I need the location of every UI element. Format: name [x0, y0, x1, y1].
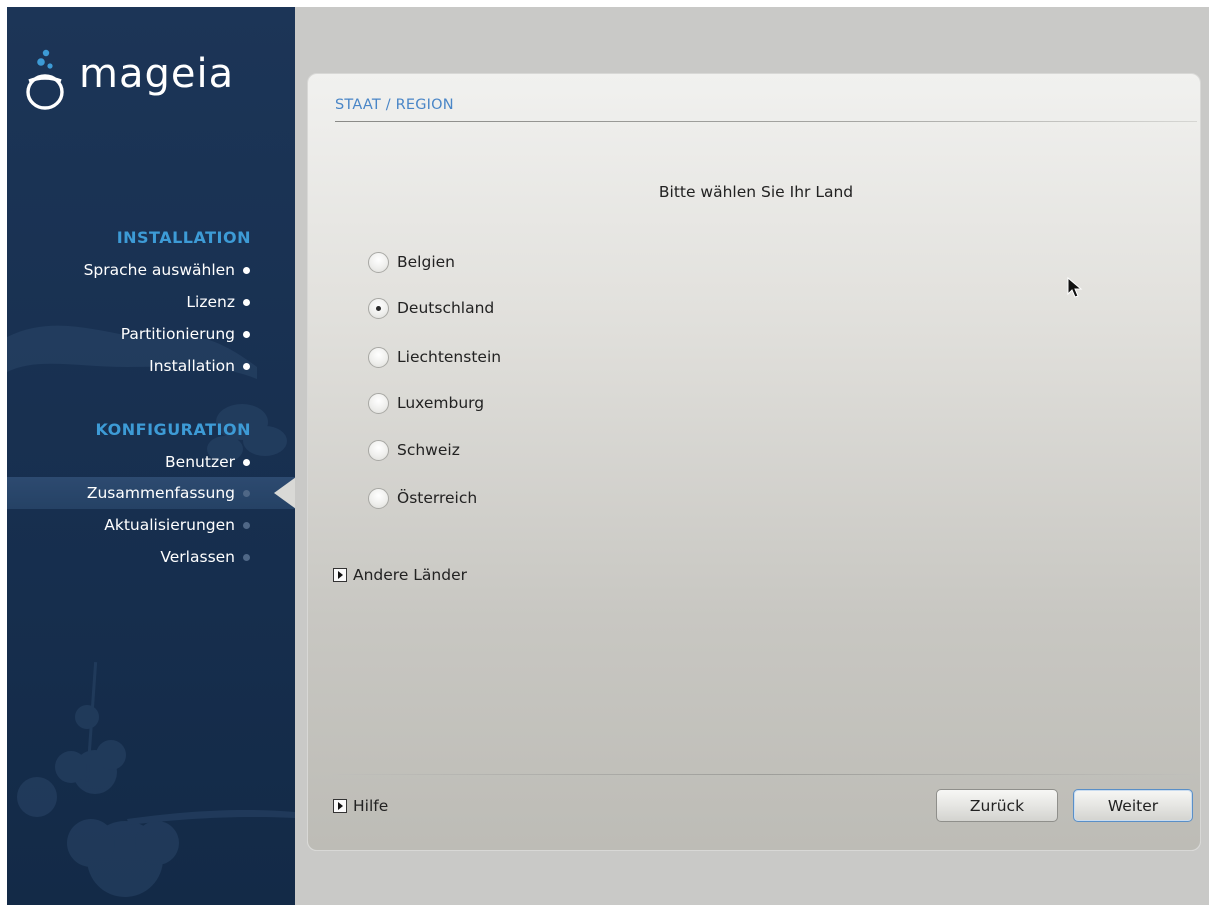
group-installation: INSTALLATION	[116, 228, 251, 247]
installer-window: mageia INSTALLATION Sprache auswählen Li…	[7, 7, 1209, 905]
step-label: Zusammenfassung	[86, 484, 235, 502]
country-label: Deutschland	[397, 299, 495, 317]
mageia-wordmark: mageia	[79, 51, 235, 97]
country-option-germany[interactable]: Deutschland	[368, 293, 494, 323]
help-expander[interactable]: Hilfe	[333, 794, 388, 818]
step-label: Partitionierung	[120, 325, 235, 343]
country-option-austria[interactable]: Österreich	[368, 483, 477, 513]
active-step-pointer-icon	[274, 477, 295, 509]
step-label: Verlassen	[160, 548, 235, 566]
group-configuration: KONFIGURATION	[95, 420, 251, 439]
expander-label: Andere Länder	[353, 566, 468, 584]
step-pending-dot-icon	[243, 553, 250, 561]
step-done-dot-icon	[243, 330, 250, 338]
step-current-dot-icon	[243, 489, 250, 497]
country-label: Schweiz	[397, 441, 460, 459]
title-divider	[335, 121, 1197, 122]
radio-button[interactable]	[368, 392, 389, 414]
step-updates: Aktualisierungen	[104, 511, 250, 539]
step-done-dot-icon	[243, 298, 250, 306]
step-label: Lizenz	[186, 293, 235, 311]
expand-arrow-icon[interactable]	[333, 799, 347, 813]
country-panel: STAAT / REGION Bitte wählen Sie Ihr Land…	[307, 73, 1201, 851]
step-done-dot-icon	[243, 458, 250, 466]
floral-background-decoration	[7, 325, 295, 897]
step-partitioning: Partitionierung	[120, 320, 250, 348]
page-title: STAAT / REGION	[335, 97, 454, 113]
country-prompt: Bitte wählen Sie Ihr Land	[658, 183, 854, 201]
mageia-logo: mageia	[23, 39, 283, 119]
country-option-switzerland[interactable]: Schweiz	[368, 435, 460, 465]
country-option-luxembourg[interactable]: Luxemburg	[368, 388, 484, 418]
next-button[interactable]: Weiter	[1073, 789, 1193, 822]
step-label: Aktualisierungen	[104, 516, 235, 534]
country-label: Österreich	[397, 489, 478, 507]
mouse-pointer-icon	[1067, 277, 1083, 298]
step-users: Benutzer	[165, 448, 250, 476]
expand-arrow-icon[interactable]	[333, 568, 347, 582]
expander-label: Hilfe	[353, 797, 389, 815]
country-label: Belgien	[397, 253, 455, 271]
other-countries-expander[interactable]: Andere Länder	[333, 563, 467, 587]
step-language: Sprache auswählen	[83, 256, 250, 284]
radio-button[interactable]	[368, 251, 389, 273]
radio-button[interactable]	[368, 487, 389, 509]
back-button[interactable]: Zurück	[936, 789, 1058, 822]
radio-button-selected[interactable]	[368, 297, 389, 319]
step-license: Lizenz	[186, 288, 250, 316]
country-option-belgium[interactable]: Belgien	[368, 247, 455, 277]
country-label: Luxemburg	[397, 394, 485, 412]
step-installation: Installation	[149, 352, 250, 380]
country-option-liechtenstein[interactable]: Liechtenstein	[368, 342, 501, 372]
sidebar: mageia INSTALLATION Sprache auswählen Li…	[7, 7, 295, 905]
step-label: Benutzer	[165, 453, 235, 471]
step-label: Installation	[149, 357, 235, 375]
step-summary: Zusammenfassung	[86, 479, 250, 507]
country-label: Liechtenstein	[397, 348, 502, 366]
mageia-cauldron-icon	[26, 49, 64, 110]
step-label: Sprache auswählen	[83, 261, 235, 279]
step-exit: Verlassen	[160, 543, 250, 571]
step-done-dot-icon	[243, 266, 250, 274]
step-pending-dot-icon	[243, 521, 250, 529]
radio-button[interactable]	[368, 439, 389, 461]
step-done-dot-icon	[243, 362, 250, 370]
footer-divider	[333, 774, 1195, 775]
radio-button[interactable]	[368, 346, 389, 368]
